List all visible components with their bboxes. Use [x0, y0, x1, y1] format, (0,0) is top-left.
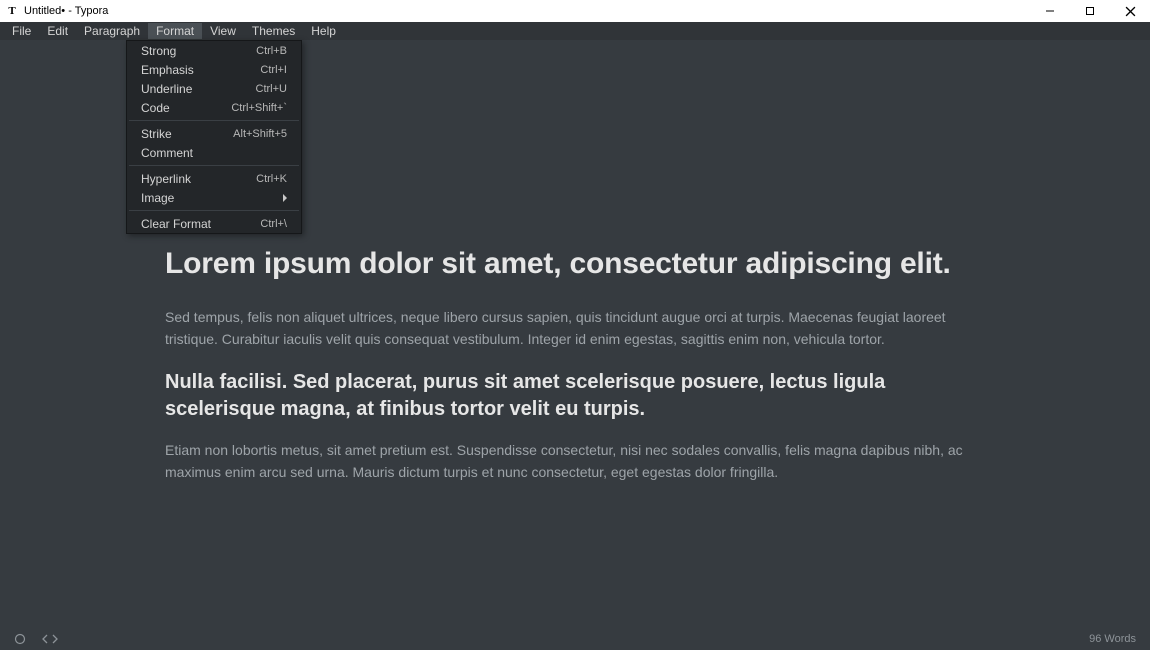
- dropdown-label: Underline: [141, 82, 192, 96]
- dropdown-label: Emphasis: [141, 63, 194, 77]
- menu-view[interactable]: View: [202, 23, 244, 39]
- dropdown-separator: [129, 120, 299, 121]
- dropdown-label: Code: [141, 101, 170, 115]
- dropdown-label: Strong: [141, 44, 176, 58]
- format-dropdown: Strong Ctrl+B Emphasis Ctrl+I Underline …: [126, 40, 302, 234]
- paragraph[interactable]: Etiam non lobortis metus, sit amet preti…: [165, 439, 985, 484]
- dropdown-label: Image: [141, 191, 174, 205]
- statusbar: 96 Words: [0, 628, 1150, 650]
- dropdown-shortcut: Ctrl+I: [260, 64, 287, 76]
- dropdown-shortcut: Ctrl+U: [256, 83, 287, 95]
- dropdown-item-clear-format[interactable]: Clear Format Ctrl+\: [127, 214, 301, 233]
- dropdown-label: Comment: [141, 146, 193, 160]
- chevron-right-icon: [283, 194, 287, 202]
- heading-1[interactable]: Lorem ipsum dolor sit amet, consectetur …: [165, 240, 985, 288]
- close-button[interactable]: [1110, 0, 1150, 22]
- menu-format[interactable]: Format: [148, 23, 202, 39]
- menu-file[interactable]: File: [4, 23, 39, 39]
- minimize-button[interactable]: [1030, 0, 1070, 22]
- statusbar-left: [14, 633, 58, 645]
- heading-2[interactable]: Nulla facilisi. Sed placerat, purus sit …: [165, 369, 985, 423]
- titlebar: T Untitled• - Typora: [0, 0, 1150, 22]
- dropdown-shortcut: Ctrl+\: [260, 218, 287, 230]
- dropdown-label: Clear Format: [141, 217, 211, 231]
- menu-paragraph[interactable]: Paragraph: [76, 23, 148, 39]
- app-icon: T: [6, 5, 18, 17]
- menubar: File Edit Paragraph Format View Themes H…: [0, 22, 1150, 40]
- maximize-button[interactable]: [1070, 0, 1110, 22]
- dropdown-item-image[interactable]: Image: [127, 188, 301, 207]
- dropdown-item-strong[interactable]: Strong Ctrl+B: [127, 41, 301, 60]
- dropdown-shortcut: Ctrl+B: [256, 45, 287, 57]
- word-count[interactable]: 96 Words: [1089, 633, 1136, 645]
- dropdown-shortcut: Ctrl+Shift+`: [231, 102, 287, 114]
- dropdown-shortcut: Ctrl+K: [256, 173, 287, 185]
- dropdown-item-hyperlink[interactable]: Hyperlink Ctrl+K: [127, 169, 301, 188]
- dropdown-shortcut: Alt+Shift+5: [233, 128, 287, 140]
- dropdown-label: Hyperlink: [141, 172, 191, 186]
- titlebar-left: T Untitled• - Typora: [6, 5, 108, 17]
- dropdown-item-emphasis[interactable]: Emphasis Ctrl+I: [127, 60, 301, 79]
- dropdown-label: Strike: [141, 127, 172, 141]
- paragraph[interactable]: Sed tempus, felis non aliquet ultrices, …: [165, 306, 985, 351]
- outline-toggle-icon[interactable]: [14, 633, 26, 645]
- menu-edit[interactable]: Edit: [39, 23, 76, 39]
- menu-help[interactable]: Help: [303, 23, 344, 39]
- dropdown-separator: [129, 165, 299, 166]
- source-code-mode-icon[interactable]: [42, 633, 58, 645]
- dropdown-item-underline[interactable]: Underline Ctrl+U: [127, 79, 301, 98]
- dropdown-separator: [129, 210, 299, 211]
- menu-themes[interactable]: Themes: [244, 23, 303, 39]
- dropdown-item-strike[interactable]: Strike Alt+Shift+5: [127, 124, 301, 143]
- dropdown-item-comment[interactable]: Comment: [127, 143, 301, 162]
- window-controls: [1030, 0, 1150, 22]
- window-title: Untitled• - Typora: [24, 5, 108, 17]
- dropdown-item-code[interactable]: Code Ctrl+Shift+`: [127, 98, 301, 117]
